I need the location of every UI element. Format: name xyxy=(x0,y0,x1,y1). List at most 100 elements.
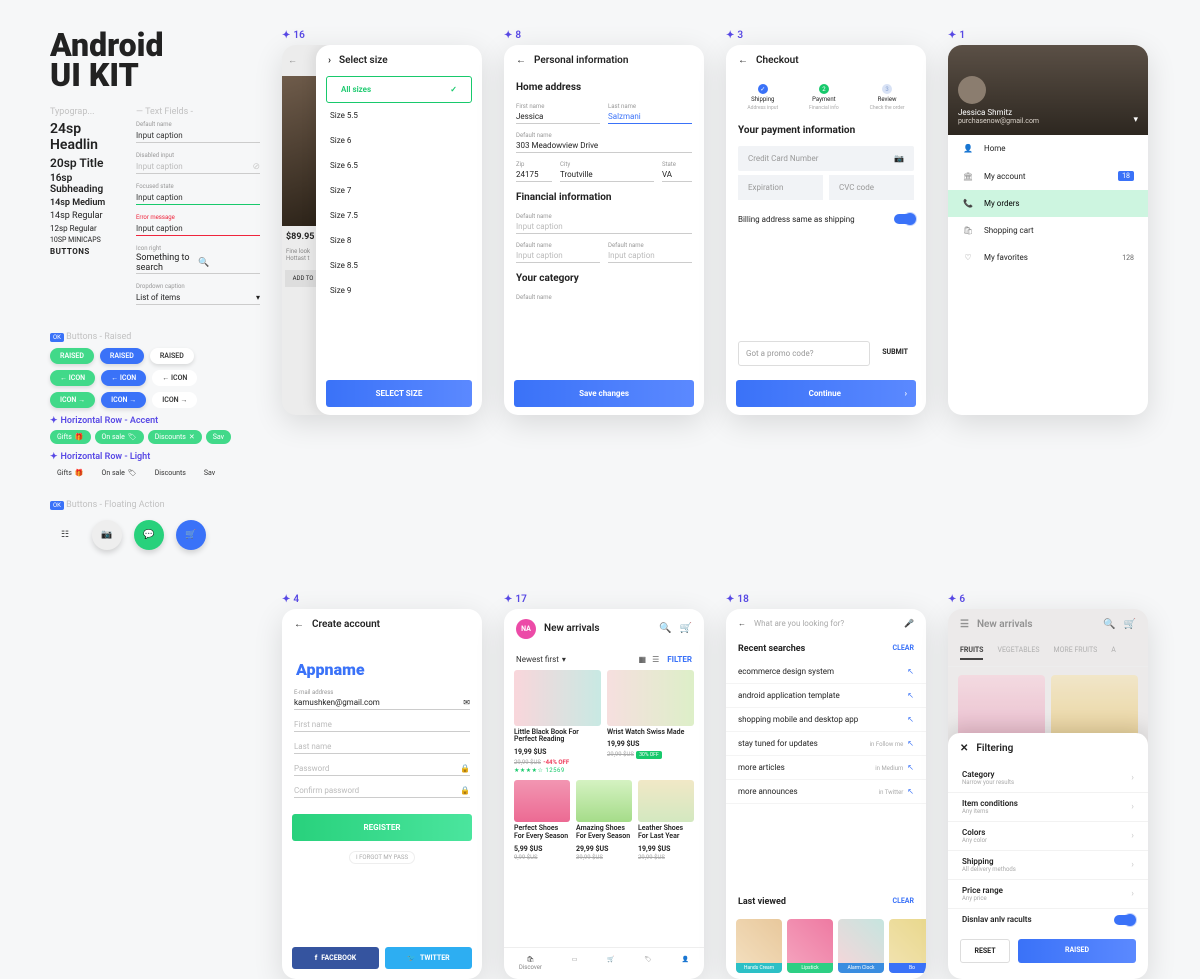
step-review[interactable]: 3ReviewCheck the order xyxy=(870,84,905,111)
select-size-button[interactable]: SELECT SIZE xyxy=(326,380,472,407)
city-input[interactable]: Troutville xyxy=(560,168,654,182)
apply-filter-button[interactable]: RAISED xyxy=(1018,939,1136,963)
forgot-pass-link[interactable]: I FORGOT MY PASS xyxy=(349,851,415,864)
tab-fruits[interactable]: FRUITS xyxy=(960,646,983,660)
menu-icon[interactable]: ☰ xyxy=(960,619,969,630)
cart-icon[interactable]: 🛒 xyxy=(1124,619,1136,630)
address-input[interactable]: 303 Meadowview Drive xyxy=(516,139,692,153)
chip-save-l[interactable]: Sav xyxy=(197,466,222,480)
fab-chat[interactable]: 💬 xyxy=(134,520,164,550)
filter-category[interactable]: CategoryNarrow your results› xyxy=(948,764,1148,793)
reset-button[interactable]: RESET xyxy=(960,939,1010,963)
recent-item[interactable]: stay tuned for updatesin Follow me↖ xyxy=(726,732,926,756)
register-button[interactable]: REGISTER xyxy=(292,814,472,841)
raised-btn-blue[interactable]: RAISED xyxy=(100,348,144,364)
billing-toggle[interactable] xyxy=(894,214,914,224)
back-icon[interactable]: ← xyxy=(294,619,304,630)
list-view-icon[interactable]: ☰ xyxy=(652,655,659,664)
product-card[interactable]: Little Black Book For Perfect Reading19,… xyxy=(514,670,601,774)
facebook-button[interactable]: fFACEBOOK xyxy=(292,947,379,969)
fin-input-3[interactable]: Input caption xyxy=(608,249,692,263)
last-name-input[interactable]: Salzmani xyxy=(608,110,692,124)
icon-btn-blue-r[interactable]: ICON → xyxy=(101,392,146,408)
fin-input-2[interactable]: Input caption xyxy=(516,249,600,263)
cvc-input[interactable]: CVC code xyxy=(829,175,914,200)
raised-btn-green[interactable]: RAISED xyxy=(50,348,94,364)
botnav-3[interactable]: 🛒 xyxy=(607,956,614,971)
size-option[interactable]: Size 6 xyxy=(316,128,482,153)
cc-number-input[interactable]: Credit Card Number📷 xyxy=(738,146,914,171)
tab-more[interactable]: MORE FRUITS xyxy=(1053,646,1097,660)
step-shipping[interactable]: ✓ShippingAddress input xyxy=(747,84,778,111)
icon-btn-green[interactable]: ← ICON xyxy=(50,370,95,386)
mic-icon[interactable]: 🎤 xyxy=(904,619,914,628)
search-icon[interactable]: 🔍 xyxy=(659,623,671,634)
search-icon[interactable]: 🔍 xyxy=(1103,619,1115,630)
size-all[interactable]: All sizes✓ xyxy=(326,76,472,103)
chip-onsale[interactable]: On sale 🏷 xyxy=(95,430,144,444)
twitter-button[interactable]: 🐦TWITTER xyxy=(385,947,472,969)
promo-input[interactable]: Got a promo code? xyxy=(738,341,870,366)
lv-card[interactable]: Bo xyxy=(889,919,926,973)
botnav-2[interactable]: ▭ xyxy=(572,956,578,971)
state-input[interactable]: VA xyxy=(662,168,692,182)
avatar-badge[interactable]: NA xyxy=(516,619,536,639)
fin-input-1[interactable]: Input caption xyxy=(516,220,692,234)
filter-link[interactable]: FILTER xyxy=(667,655,692,664)
cart-icon[interactable]: 🛒 xyxy=(680,623,692,634)
tf-default[interactable] xyxy=(136,129,260,143)
tab-vegetables[interactable]: VEGETABLES xyxy=(997,646,1039,660)
recent-item[interactable]: shopping mobile and desktop app↖ xyxy=(726,708,926,732)
product-card[interactable]: Perfect Shoes For Every Season5,99 $US9,… xyxy=(514,780,570,860)
chip-discounts-l[interactable]: Discounts xyxy=(148,466,193,480)
clear-recent[interactable]: CLEAR xyxy=(893,644,915,654)
back-icon[interactable]: ← xyxy=(516,55,526,66)
confirm-password-input[interactable]: Confirm password🔒 xyxy=(294,784,470,798)
grid-view-icon[interactable]: ▦ xyxy=(639,655,647,664)
nav-home[interactable]: 👤Home xyxy=(948,135,1148,162)
expiration-input[interactable]: Expiration xyxy=(738,175,823,200)
chevron-right-icon[interactable]: › xyxy=(328,55,331,66)
botnav-4[interactable]: 🏷 xyxy=(644,956,652,971)
save-changes-button[interactable]: Save changes xyxy=(514,380,694,407)
filter-conditions[interactable]: Item conditionsAny items› xyxy=(948,793,1148,822)
step-payment[interactable]: 2PaymentFinancial info xyxy=(809,84,839,111)
back-icon[interactable]: ← xyxy=(738,55,748,66)
password-input[interactable]: Password🔒 xyxy=(294,762,470,776)
chevron-down-icon[interactable]: ▾ xyxy=(1133,115,1138,125)
botnav-discover[interactable]: 🛍Discover xyxy=(519,956,542,971)
recent-item[interactable]: android application template↖ xyxy=(726,684,926,708)
tf-search[interactable]: Something to search🔍 xyxy=(136,253,260,274)
zip-input[interactable]: 24175 xyxy=(516,168,552,182)
icon-btn-green-r[interactable]: ICON → xyxy=(50,392,95,408)
size-option[interactable]: Size 8.5 xyxy=(316,253,482,278)
recent-item[interactable]: more articlesin Medium↖ xyxy=(726,756,926,780)
chip-gifts-l[interactable]: Gifts 🎁 xyxy=(50,466,91,480)
submit-button[interactable]: SUBMIT xyxy=(876,341,914,366)
nav-account[interactable]: 🏛My account18 xyxy=(948,162,1148,190)
chip-onsale-l[interactable]: On sale 🏷 xyxy=(95,466,144,480)
size-option[interactable]: Size 7.5 xyxy=(316,203,482,228)
icon-btn-flat-r[interactable]: ICON → xyxy=(152,392,197,408)
nav-favorites[interactable]: ♡My favorites128 xyxy=(948,244,1148,271)
sort-dropdown[interactable]: Newest first ▾ xyxy=(516,655,566,664)
first-name-input[interactable]: Jessica xyxy=(516,110,600,124)
botnav-5[interactable]: 👤 xyxy=(682,956,689,971)
last-name-input[interactable]: Last name xyxy=(294,740,470,754)
lv-card[interactable]: Lipstick xyxy=(787,919,833,973)
size-option[interactable]: Size 7 xyxy=(316,178,482,203)
size-option[interactable]: Size 6.5 xyxy=(316,153,482,178)
back-icon[interactable]: ← xyxy=(738,619,746,628)
nav-orders[interactable]: 📞My orders xyxy=(948,190,1148,217)
display-only-toggle[interactable] xyxy=(1114,915,1134,925)
fab-camera[interactable]: 📷 xyxy=(92,520,122,550)
filter-colors[interactable]: ColorsAny color› xyxy=(948,822,1148,851)
icon-btn-blue[interactable]: ← ICON xyxy=(101,370,146,386)
filter-shipping[interactable]: ShippingAll delivery methods› xyxy=(948,851,1148,880)
product-card[interactable]: Amazing Shoes For Every Season29,99 $US3… xyxy=(576,780,632,860)
clear-last-viewed[interactable]: CLEAR xyxy=(893,897,915,907)
continue-button[interactable]: Continue› xyxy=(736,380,916,407)
close-icon[interactable]: ✕ xyxy=(960,743,968,754)
recent-item[interactable]: more announcesin Twitter↖ xyxy=(726,780,926,804)
tf-focused[interactable] xyxy=(136,191,260,205)
